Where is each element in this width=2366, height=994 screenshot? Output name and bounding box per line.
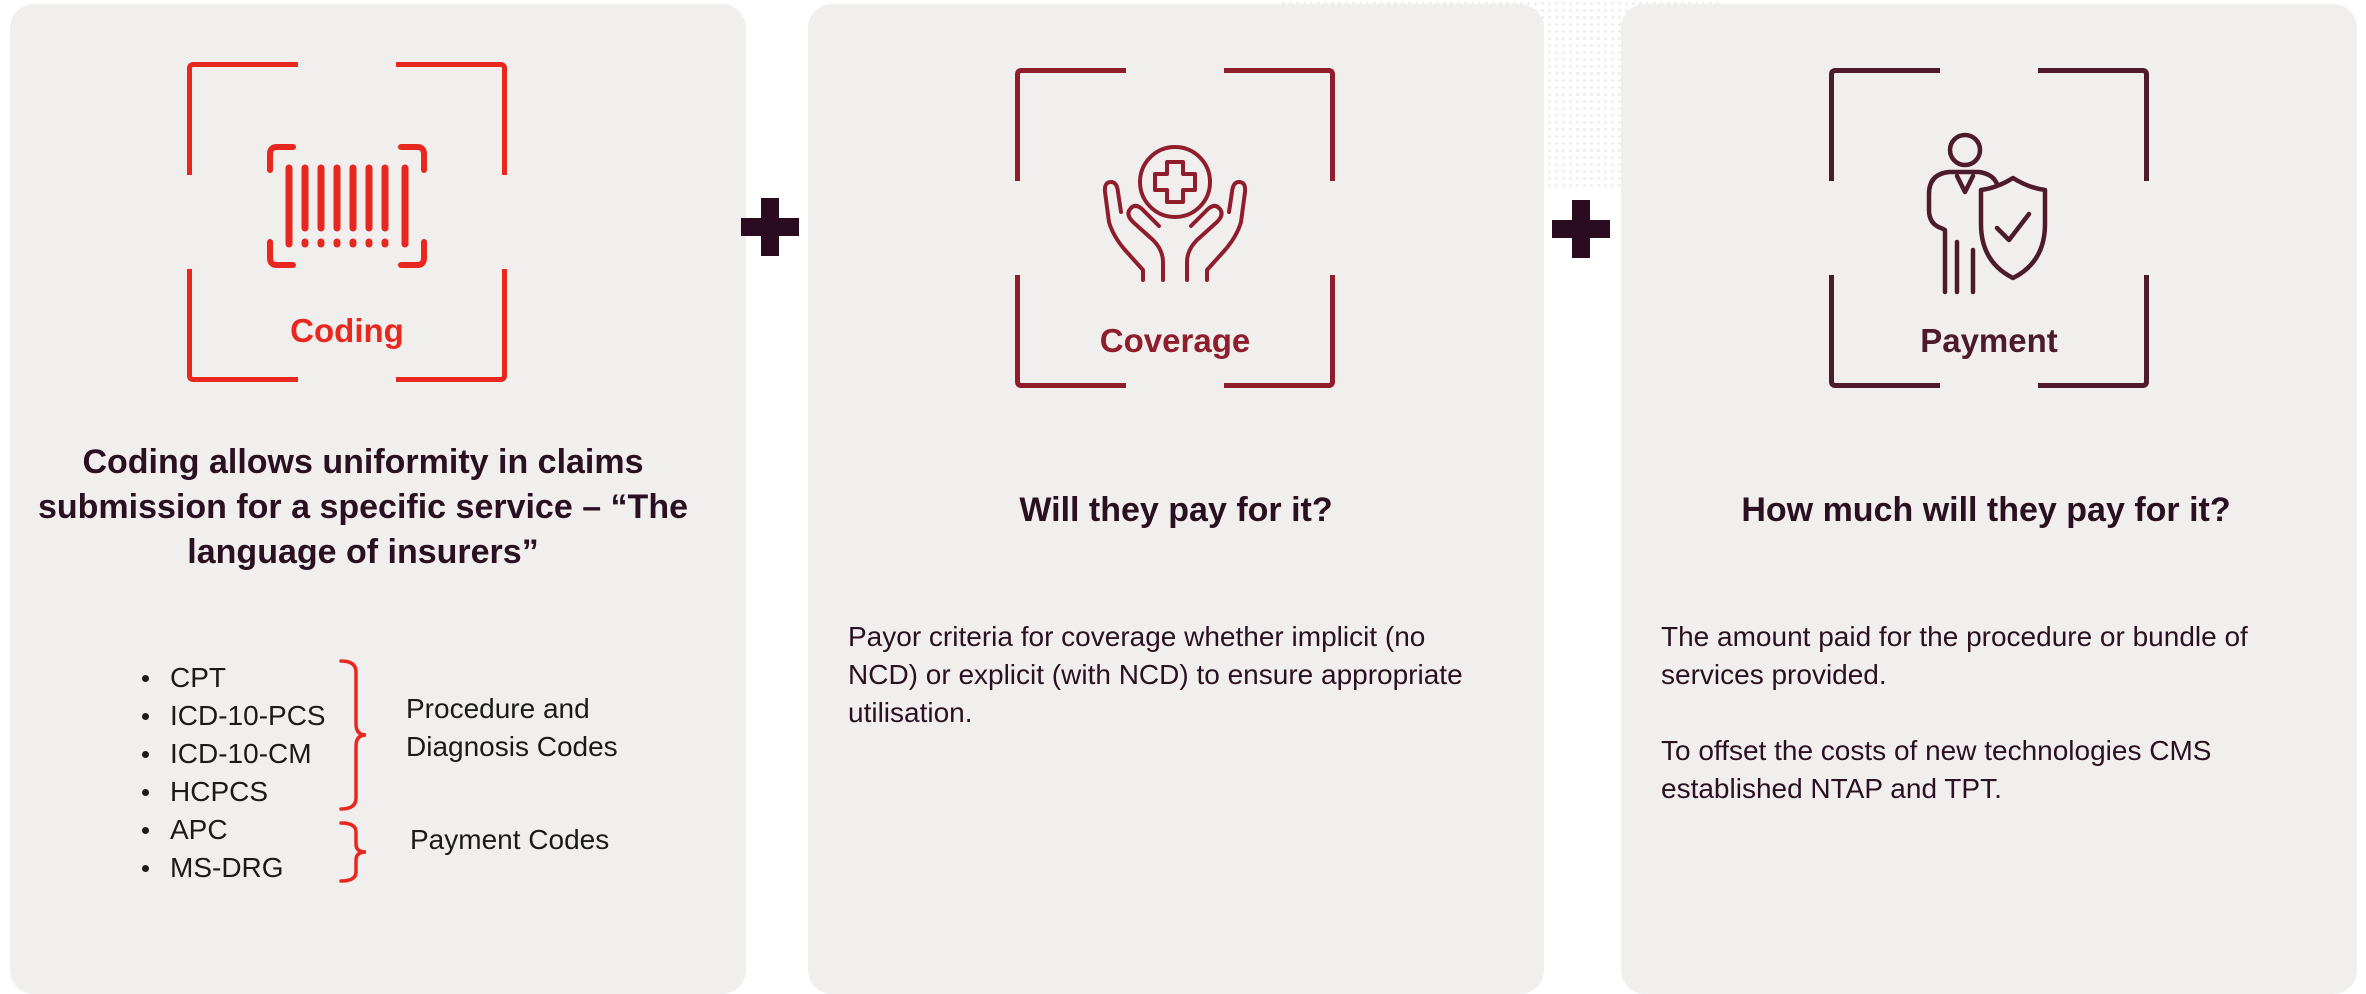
coverage-panel: Coverage Will they pay for it? Payor cri… <box>808 4 1544 994</box>
hands-medical-cross-icon <box>1102 145 1248 282</box>
coding-heading: Coding allows uniformity in claims submi… <box>10 440 716 575</box>
procedure-codes-brace <box>339 659 367 811</box>
code-list: CPT ICD-10-PCS ICD-10-CM HCPCS APC MS-DR… <box>130 659 326 887</box>
payment-description: The amount paid for the procedure or bun… <box>1661 621 2248 804</box>
payment-panel: Payment How much will they pay for it? T… <box>1621 4 2357 994</box>
procedure-codes-label: Procedure and Diagnosis Codes <box>406 693 618 762</box>
coding-heading-line: language of insurers” <box>187 533 539 571</box>
payment-frame: Payment <box>1829 68 2149 388</box>
plus-icon <box>741 198 799 256</box>
payment-heading: How much will they pay for it? <box>1741 491 2231 529</box>
coding-panel: Coding Coding allows uniformity in claim… <box>10 4 746 994</box>
code-list-item: CPT <box>130 659 326 697</box>
code-list-item: APC <box>130 811 326 849</box>
coverage-heading: Will they pay for it? <box>1019 491 1333 529</box>
coverage-label: Coverage <box>1099 322 1251 359</box>
barcode-icon <box>267 144 427 268</box>
plus-icon <box>1552 200 1610 258</box>
code-list-item: ICD-10-PCS <box>130 697 326 735</box>
code-list-item: MS-DRG <box>130 849 326 887</box>
coding-heading-line: Coding allows uniformity in claims <box>82 443 644 481</box>
payment-codes-brace <box>339 821 367 883</box>
payment-codes-label: Payment Codes <box>410 824 610 855</box>
coding-label: Coding <box>290 312 404 349</box>
person-shield-check-icon <box>1926 132 2048 295</box>
coverage-frame: Coverage <box>1015 68 1335 388</box>
coverage-description: Payor criteria for coverage whether impl… <box>848 621 1463 728</box>
coding-frame: Coding <box>187 62 507 382</box>
payment-label: Payment <box>1920 322 2058 359</box>
code-list-item: ICD-10-CM <box>130 735 326 773</box>
coding-heading-line: submission for a specific service – “The <box>37 488 689 526</box>
code-list-item: HCPCS <box>130 773 326 811</box>
